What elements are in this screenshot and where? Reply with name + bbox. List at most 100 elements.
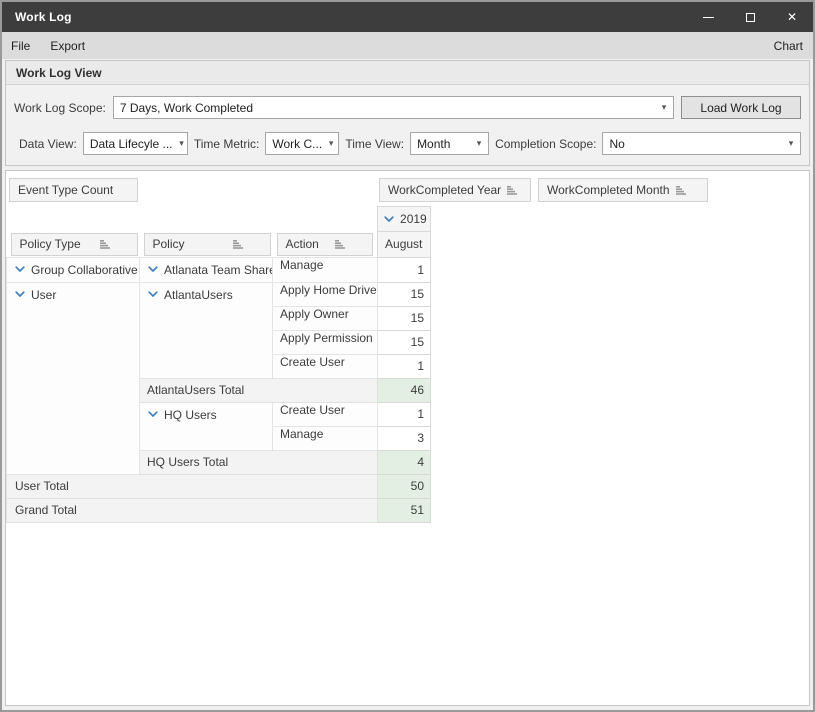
column-header-2019: 2019	[378, 207, 431, 232]
collapse-chevron-icon[interactable]	[148, 291, 158, 298]
time-metric-value: Work C...	[272, 137, 322, 151]
row-header-hq-users: HQ Users	[140, 402, 273, 450]
row-field-cell: Action	[273, 232, 378, 258]
dropdown-arrow-icon: ▾	[173, 138, 188, 149]
dropdown-arrow-icon: ▾	[655, 102, 673, 113]
menu-item-export[interactable]: Export	[40, 39, 95, 53]
titlebar: Work Log ✕	[2, 2, 813, 32]
sort-bars-icon	[335, 240, 346, 249]
value-cell: 15	[378, 282, 431, 306]
row-field-label: Policy Type	[20, 237, 81, 251]
time-metric-combobox[interactable]: Work C... ▾	[265, 132, 339, 155]
pivot-table: 2019 Policy Type Policy	[6, 206, 431, 523]
close-icon: ✕	[787, 10, 797, 24]
row-field-button-action[interactable]: Action	[277, 233, 374, 256]
row-field-cell: Policy Type	[7, 232, 140, 258]
row-header-action: Create User	[273, 402, 378, 426]
row-header-action: Manage	[273, 426, 378, 450]
total-row-label: HQ Users Total	[140, 450, 378, 474]
load-work-log-button[interactable]: Load Work Log	[681, 96, 801, 119]
row-header-atlantausers: AtlantaUsers	[140, 282, 273, 378]
scope-label: Work Log Scope:	[14, 101, 106, 115]
time-view-combobox[interactable]: Month ▾	[410, 132, 489, 155]
data-field-label: Event Type Count	[18, 183, 113, 197]
row-field-label: Action	[286, 237, 319, 251]
window-title: Work Log	[2, 10, 72, 24]
row-header-action: Apply Permission	[273, 330, 378, 354]
collapse-year-chevron-icon[interactable]	[384, 216, 394, 223]
value-cell: 1	[378, 402, 431, 426]
column-field-label: WorkCompleted Year	[388, 183, 501, 197]
row-header-label: HQ Users	[164, 408, 217, 422]
maximize-button[interactable]	[729, 2, 771, 32]
menubar: File Export Chart	[2, 32, 813, 59]
value-cell: 3	[378, 426, 431, 450]
collapse-chevron-icon[interactable]	[148, 411, 158, 418]
row-field-button-policy-type[interactable]: Policy Type	[11, 233, 138, 256]
row-header-action: Manage	[273, 257, 378, 282]
scope-value: 7 Days, Work Completed	[120, 101, 253, 115]
data-view-value: Data Lifecyle ...	[90, 137, 173, 151]
scope-row: Work Log Scope: 7 Days, Work Completed ▾…	[6, 96, 809, 119]
year-label: 2019	[400, 212, 427, 226]
collapse-chevron-icon[interactable]	[15, 291, 25, 298]
total-value-cell: 46	[378, 378, 431, 402]
value-cell: 1	[378, 354, 431, 378]
completion-scope-label: Completion Scope:	[495, 137, 596, 151]
row-header-action: Create User	[273, 354, 378, 378]
time-metric-label: Time Metric:	[194, 137, 260, 151]
sort-bars-icon	[233, 240, 244, 249]
collapse-chevron-icon[interactable]	[148, 266, 158, 273]
table-row: Group Collaborative Atlanata Team Share …	[7, 257, 431, 282]
row-field-label: Policy	[153, 237, 185, 251]
row-field-button-policy[interactable]: Policy	[144, 233, 271, 256]
sort-bars-icon	[676, 186, 687, 195]
dropdown-arrow-icon: ▾	[782, 138, 800, 149]
sort-bars-icon	[100, 240, 111, 249]
dropdown-arrow-icon: ▾	[322, 138, 339, 149]
filter-row: Data View: Data Lifecyle ... ▾ Time Metr…	[6, 132, 809, 155]
total-value-cell: 50	[378, 474, 431, 498]
table-row: User AtlantaUsers Apply Home Drive 15	[7, 282, 431, 306]
month-label: August	[385, 237, 422, 251]
menu-item-file[interactable]: File	[2, 39, 40, 53]
work-log-window: Work Log ✕ File Export Chart Work Log Vi…	[0, 0, 815, 712]
value-cell: 15	[378, 306, 431, 330]
completion-scope-combobox[interactable]: No ▾	[602, 132, 801, 155]
menu-item-chart[interactable]: Chart	[774, 39, 813, 53]
table-row-total: User Total 50	[7, 474, 431, 498]
work-log-scope-combobox[interactable]: 7 Days, Work Completed ▾	[113, 96, 674, 119]
total-row-label: AtlantaUsers Total	[140, 378, 378, 402]
row-header-label: User	[31, 288, 56, 302]
work-log-view-panel: Work Log View Work Log Scope: 7 Days, Wo…	[5, 60, 810, 166]
row-header-action: Apply Home Drive	[273, 282, 378, 306]
column-header-august: August	[378, 232, 431, 258]
row-header-label: Atlanata Team Share	[164, 263, 273, 277]
total-value-cell: 4	[378, 450, 431, 474]
column-field-button-workcompleted-month[interactable]: WorkCompleted Month	[538, 178, 708, 202]
column-field-button-workcompleted-year[interactable]: WorkCompleted Year	[379, 178, 531, 202]
data-view-combobox[interactable]: Data Lifecyle ... ▾	[83, 132, 188, 155]
column-field-label: WorkCompleted Month	[547, 183, 670, 197]
total-row-label: User Total	[7, 474, 378, 498]
time-view-label: Time View:	[345, 137, 404, 151]
time-view-value: Month	[417, 137, 450, 151]
collapse-chevron-icon[interactable]	[15, 266, 25, 273]
data-field-button-event-type-count[interactable]: Event Type Count	[9, 178, 138, 202]
minimize-button[interactable]	[687, 2, 729, 32]
grand-total-label: Grand Total	[7, 498, 378, 522]
dropdown-arrow-icon: ▾	[470, 138, 488, 149]
minimize-icon	[703, 17, 714, 18]
sort-bars-icon	[507, 186, 518, 195]
maximize-icon	[746, 13, 755, 22]
row-header-atlanata-team-share: Atlanata Team Share	[140, 257, 273, 282]
data-view-label: Data View:	[19, 137, 77, 151]
caption-buttons: ✕	[687, 2, 813, 32]
row-header-user: User	[7, 282, 140, 474]
row-header-label: AtlantaUsers	[164, 288, 233, 302]
completion-scope-value: No	[609, 137, 624, 151]
panel-title: Work Log View	[6, 61, 809, 85]
close-button[interactable]: ✕	[771, 2, 813, 32]
header-spacer	[7, 207, 378, 232]
value-cell: 1	[378, 257, 431, 282]
